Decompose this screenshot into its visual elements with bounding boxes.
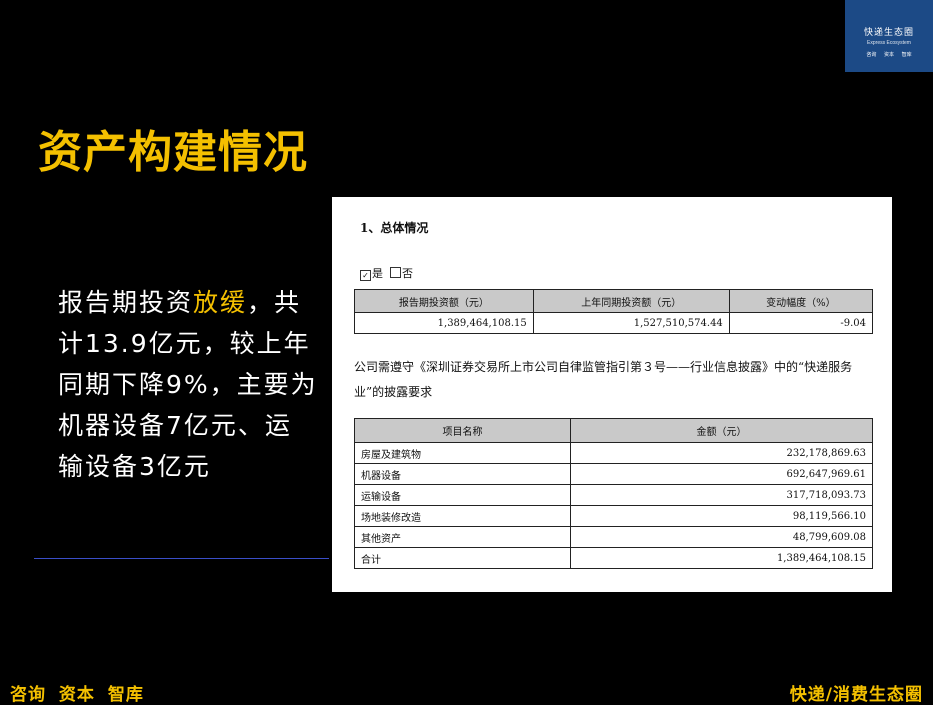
item-name: 场地装修改造 (354, 505, 571, 527)
footer-left-text: 咨询 资本 智库 (10, 685, 144, 705)
overview-header: 报告期投资额（元） (354, 289, 534, 313)
overview-value: 1,389,464,108.15 (354, 312, 534, 334)
unchecked-box-icon (390, 267, 401, 278)
no-label: 否 (402, 267, 413, 280)
item-amount: 317,718,093.73 (570, 484, 873, 506)
table-row: 场地装修改造 98,119,566.10 (354, 505, 873, 527)
logo-title: 快递生态圈 (863, 28, 914, 38)
table-row: 其他资产 48,799,609.08 (354, 526, 873, 548)
item-name: 机器设备 (354, 463, 571, 485)
item-name: 合计 (354, 547, 571, 569)
item-amount: 98,119,566.10 (570, 505, 873, 527)
table-row: 合计 1,389,464,108.15 (354, 547, 873, 569)
item-name: 其他资产 (354, 526, 571, 548)
checked-box-icon: ✓ (360, 270, 371, 281)
item-amount: 692,647,969.61 (570, 463, 873, 485)
detail-header: 项目名称 (354, 418, 571, 443)
overview-value: -9.04 (728, 312, 874, 334)
item-name: 房屋及建筑物 (354, 442, 571, 464)
disclosure-paragraph: 公司需遵守《深圳证券交易所上市公司自律监管指引第３号——行业信息披露》中的“快递… (354, 360, 853, 399)
overview-header-row: 报告期投资额（元） 上年同期投资额（元） 变动幅度（%） (354, 289, 874, 313)
brand-logo: 快递生态圈 Express Ecosystem 咨询 资本 智库 (845, 0, 933, 72)
overview-header: 上年同期投资额（元） (532, 289, 730, 313)
item-name: 运输设备 (354, 484, 571, 506)
logo-tags: 咨询 资本 智库 (866, 52, 912, 58)
item-amount: 48,799,609.08 (570, 526, 873, 548)
table-row: 运输设备 317,718,093.73 (354, 484, 873, 506)
item-amount: 1,389,464,108.15 (570, 547, 873, 569)
overview-header: 变动幅度（%） (728, 289, 874, 313)
slide-title: 资产构建情况 (38, 127, 308, 178)
detail-header: 金额（元） (570, 418, 873, 443)
table-row: 机器设备 692,647,969.61 (354, 463, 873, 485)
footer-right-text: 快递/消费生态圈 (789, 685, 923, 705)
summary-text: 报告期投资放缓，共计13.9亿元，较上年同期下降9%，主要为机器设备7亿元、运输… (58, 282, 318, 487)
divider-line (34, 558, 329, 559)
table-row: 房屋及建筑物 232,178,869.63 (354, 442, 873, 464)
detail-header-row: 项目名称 金额（元） (354, 418, 873, 443)
logo-subtitle: Express Ecosystem (867, 40, 911, 46)
asset-detail-table: 项目名称 金额（元） 房屋及建筑物 232,178,869.63 机器设备 692,… (354, 418, 873, 569)
overview-value: 1,527,510,574.44 (532, 312, 730, 334)
yes-label: 是 (372, 267, 383, 280)
report-excerpt: 1、总体情况 ✓ 是 否 报告期投资额（元） 上年同期投资额（元） 变动幅度（%）… (332, 197, 892, 592)
section-title: 1、总体情况 (360, 221, 429, 235)
yes-no-selection: ✓ 是 否 (360, 265, 413, 281)
summary-part1: 报告期投资 (58, 288, 194, 317)
item-amount: 232,178,869.63 (570, 442, 873, 464)
overview-value-row: 1,389,464,108.15 1,527,510,574.44 -9.04 (354, 312, 874, 334)
overview-table: 报告期投资额（元） 上年同期投资额（元） 变动幅度（%） 1,389,464,1… (354, 289, 874, 334)
summary-highlight: 放缓 (193, 288, 248, 317)
